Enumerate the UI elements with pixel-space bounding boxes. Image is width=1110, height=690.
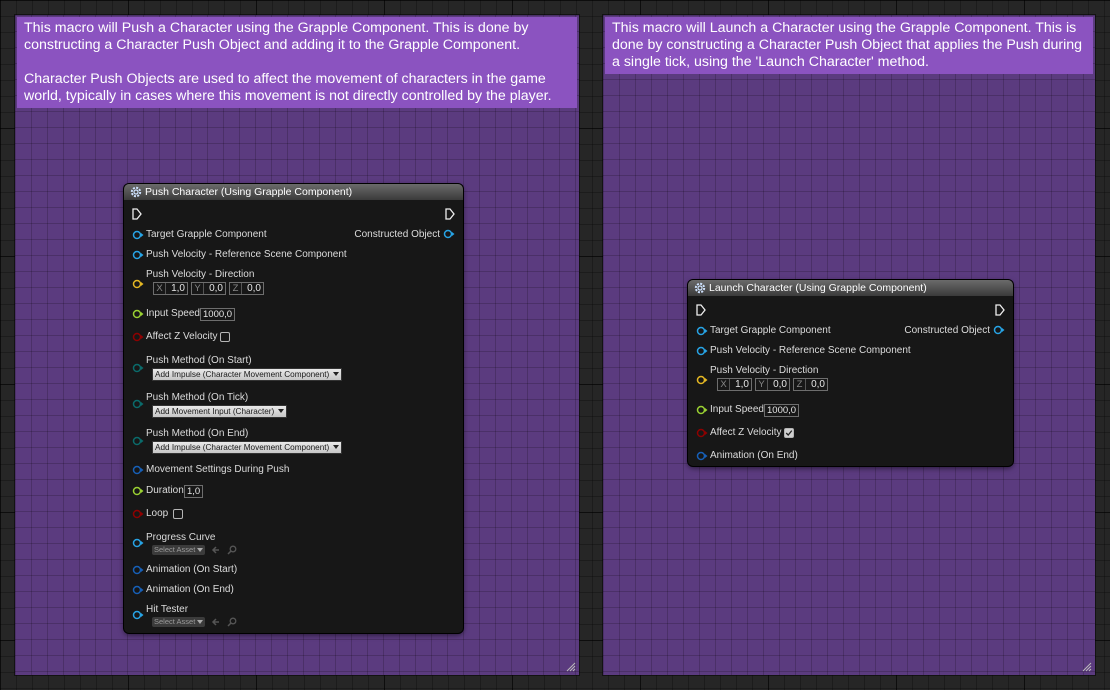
float-pin-icon[interactable] (696, 404, 708, 416)
pin-label: Push Velocity - Direction (710, 365, 819, 376)
use-selected-arrow-icon[interactable] (211, 545, 221, 555)
pin-label: Animation (On Start) (146, 564, 238, 575)
pin-label: Push Method (On Start) (146, 355, 252, 366)
push-method-end-dropdown[interactable]: Add Impulse (Character Movement Componen… (152, 441, 343, 454)
vector-y-field[interactable]: Y 0,0 (191, 282, 226, 295)
checkmark-icon (785, 430, 793, 436)
dropdown-arrow-icon (197, 620, 204, 624)
push-method-tick-dropdown[interactable]: Add Movement Input (Character) (152, 405, 288, 418)
pin-label: Duration (146, 485, 184, 496)
pin-constructed-object[interactable]: Constructed Object (904, 324, 1005, 338)
node-title-text: Launch Character (Using Grapple Componen… (709, 282, 927, 294)
object-pin-icon[interactable] (993, 324, 1005, 336)
dropdown-arrow-icon (278, 409, 285, 413)
exec-in-pin-icon[interactable] (132, 208, 142, 220)
pin-label: Push Velocity - Reference Scene Componen… (146, 249, 347, 260)
object-pin-icon[interactable] (443, 228, 455, 240)
macro-gear-icon (130, 186, 142, 198)
dropdown-arrow-icon (333, 445, 340, 449)
input-speed-field[interactable]: 1000,0 (200, 308, 236, 321)
object-pin-icon[interactable] (696, 325, 708, 337)
float-pin-icon[interactable] (132, 485, 144, 497)
node-launch-character[interactable]: Launch Character (Using Grapple Componen… (688, 280, 1013, 466)
node-title[interactable]: Launch Character (Using Grapple Componen… (688, 280, 1013, 296)
pin-label: Loop (146, 508, 169, 519)
pin-label: Push Velocity - Reference Scene Componen… (710, 345, 911, 356)
float-pin-icon[interactable] (132, 308, 144, 320)
enum-pin-icon[interactable] (132, 362, 144, 374)
comment-text-push[interactable]: This macro will Push a Character using t… (17, 17, 577, 108)
pin-label: Movement Settings During Push (146, 464, 290, 475)
input-speed-field[interactable]: 1000,0 (764, 404, 800, 417)
node-push-character[interactable]: Push Character (Using Grapple Component)… (124, 184, 463, 633)
exec-in-pin-icon[interactable] (696, 304, 706, 316)
resize-grip-icon[interactable] (1082, 662, 1092, 672)
browse-magnifier-icon[interactable] (227, 617, 237, 627)
affect-z-checkbox[interactable] (220, 332, 230, 342)
pin-constructed-object[interactable]: Constructed Object (354, 228, 455, 242)
pin-label: Affect Z Velocity (146, 331, 218, 342)
use-selected-arrow-icon[interactable] (211, 617, 221, 627)
pin-label: Target Grapple Component (710, 325, 831, 336)
exec-out-pin-icon[interactable] (995, 304, 1005, 316)
pin-label: Push Method (On Tick) (146, 392, 249, 403)
struct-pin-icon[interactable] (696, 450, 708, 462)
struct-pin-icon[interactable] (132, 464, 144, 476)
push-method-start-dropdown[interactable]: Add Impulse (Character Movement Componen… (152, 368, 343, 381)
pin-label: Target Grapple Component (146, 229, 267, 240)
macro-gear-icon (694, 282, 706, 294)
node-title-text: Push Character (Using Grapple Component) (145, 186, 353, 198)
enum-pin-icon[interactable] (132, 435, 144, 447)
pin-label: Constructed Object (904, 325, 990, 336)
pin-label: Constructed Object (354, 229, 440, 240)
dropdown-arrow-icon (333, 372, 340, 376)
duration-field[interactable]: 1,0 (184, 485, 204, 498)
bool-pin-icon[interactable] (132, 508, 144, 520)
resize-grip-icon[interactable] (566, 662, 576, 672)
object-pin-icon[interactable] (696, 345, 708, 357)
exec-out-pin-icon[interactable] (445, 208, 455, 220)
object-pin-icon[interactable] (132, 249, 144, 261)
struct-pin-icon[interactable] (132, 564, 144, 576)
browse-magnifier-icon[interactable] (227, 545, 237, 555)
pin-label: Animation (On End) (710, 450, 798, 461)
hit-tester-asset-picker[interactable]: Select Asset (152, 617, 206, 627)
pin-label: Push Method (On End) (146, 428, 249, 439)
pin-label: Progress Curve (146, 532, 216, 543)
loop-checkbox[interactable] (173, 509, 183, 519)
pin-label: Input Speed (710, 404, 764, 415)
object-pin-icon[interactable] (132, 229, 144, 241)
vector-pin-icon[interactable] (132, 278, 144, 290)
vector-y-field[interactable]: Y 0,0 (755, 378, 790, 391)
bool-pin-icon[interactable] (132, 331, 144, 343)
comment-text-launch[interactable]: This macro will Launch a Character using… (605, 17, 1093, 74)
object-pin-icon[interactable] (132, 537, 144, 549)
enum-pin-icon[interactable] (132, 398, 144, 410)
dropdown-arrow-icon (197, 548, 204, 552)
pin-label: Input Speed (146, 308, 200, 319)
affect-z-checkbox[interactable] (784, 428, 794, 438)
struct-pin-icon[interactable] (132, 584, 144, 596)
vector-x-field[interactable]: X 1,0 (153, 282, 188, 295)
vector-z-field[interactable]: Z 0,0 (229, 282, 264, 295)
node-title[interactable]: Push Character (Using Grapple Component) (124, 184, 463, 200)
vector-pin-icon[interactable] (696, 374, 708, 386)
pin-label: Animation (On End) (146, 584, 234, 595)
object-pin-icon[interactable] (132, 609, 144, 621)
bool-pin-icon[interactable] (696, 427, 708, 439)
pin-label: Push Velocity - Direction (146, 269, 255, 280)
pin-label: Hit Tester (146, 604, 189, 615)
vector-x-field[interactable]: X 1,0 (717, 378, 752, 391)
vector-z-field[interactable]: Z 0,0 (793, 378, 828, 391)
progress-curve-asset-picker[interactable]: Select Asset (152, 545, 206, 555)
pin-label: Affect Z Velocity (710, 427, 782, 438)
